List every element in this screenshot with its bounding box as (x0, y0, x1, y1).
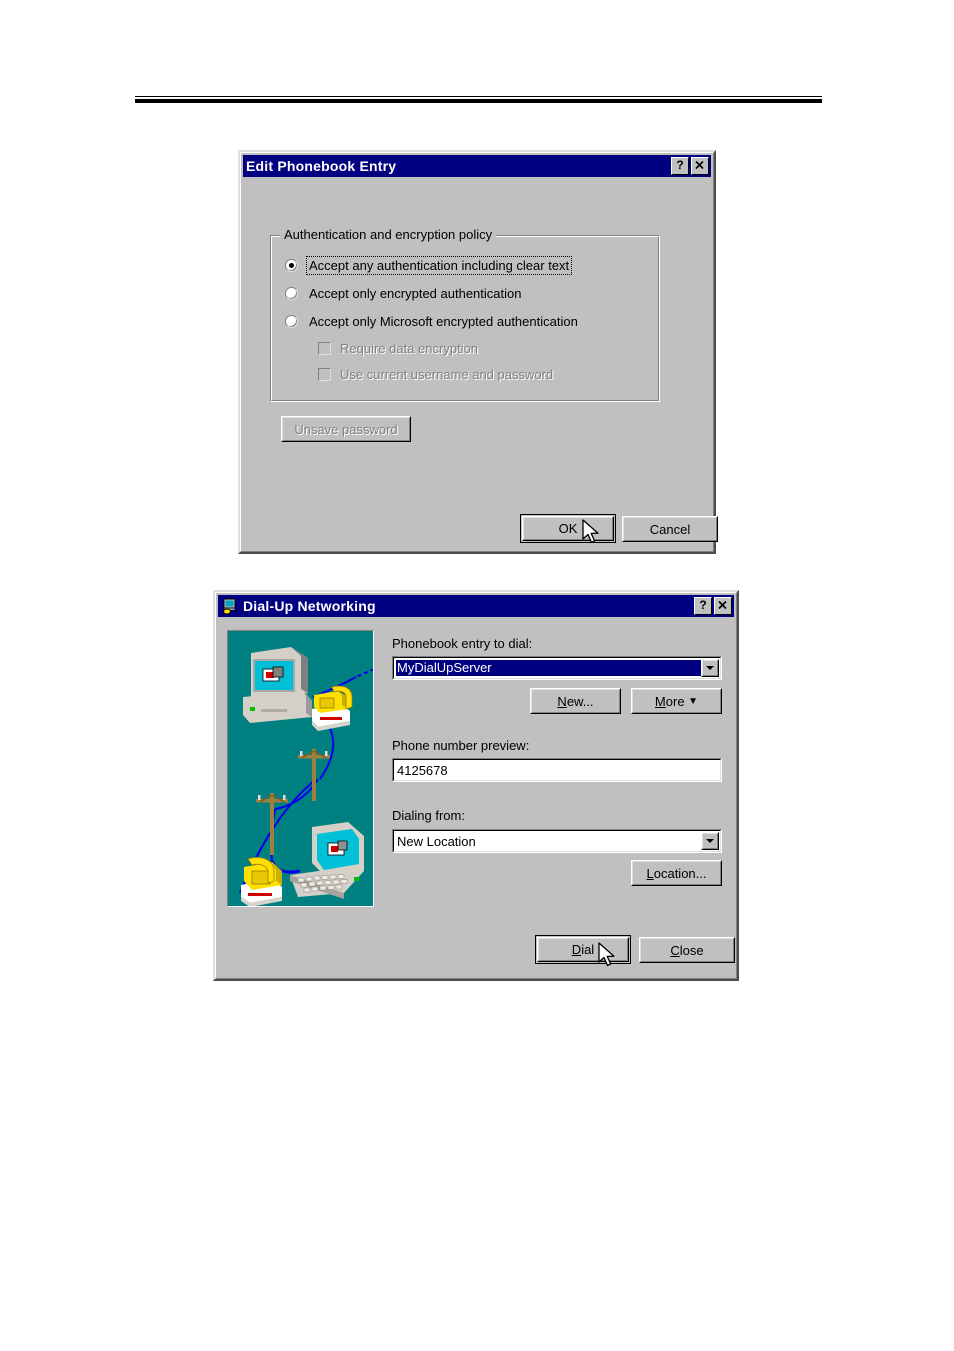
radio-icon-unselected (285, 315, 298, 328)
phonebook-entry-combobox[interactable]: MyDialUpServer (392, 656, 722, 680)
radio-icon-selected (285, 259, 298, 272)
authentication-policy-groupbox: Authentication and encryption policy Acc… (270, 227, 660, 402)
close-button[interactable]: Close (639, 937, 735, 963)
phonebook-entry-combobox-inner: MyDialUpServer (393, 657, 721, 679)
dialup-illustration-panel (227, 630, 374, 907)
dialup-networking-icon (221, 597, 239, 615)
close-x-glyph (718, 600, 727, 610)
phonebook-entry-label: Phonebook entry to dial: (392, 636, 533, 651)
location-button-label: Location... (632, 861, 721, 885)
more-button-label: More ▼ (632, 689, 721, 713)
dial-up-networking-dialog: Dial-Up Networking ? Phonebook entry to … (213, 590, 739, 981)
phonebook-entry-value: MyDialUpServer (395, 659, 718, 677)
dialog2-title: Dial-Up Networking (243, 598, 376, 614)
checkbox-icon-unchecked (318, 368, 331, 381)
unsave-password-label: Unsave password (282, 417, 410, 441)
edit-phonebook-entry-dialog: Edit Phonebook Entry ? Authentication an… (238, 150, 718, 554)
phone-number-preview-input[interactable]: 4125678 (392, 758, 722, 782)
dialog1-titlebar[interactable]: Edit Phonebook Entry ? (243, 155, 711, 177)
dialog1-title: Edit Phonebook Entry (246, 158, 397, 174)
dialing-from-label: Dialing from: (392, 808, 465, 823)
new-entry-button[interactable]: New... (530, 688, 621, 714)
cancel-button[interactable]: Cancel (622, 516, 718, 542)
close-icon[interactable] (691, 157, 709, 175)
new-entry-button-label: New... (531, 689, 620, 713)
header-rule-thick (135, 99, 822, 103)
ok-button-label: OK (523, 517, 613, 540)
close-icon[interactable] (714, 597, 732, 615)
page-header-rule (135, 96, 822, 103)
dialup-icon-glyph (223, 598, 236, 615)
help-icon[interactable]: ? (694, 597, 712, 615)
triangle-down-glyph: ▼ (688, 695, 699, 707)
dial-button-label: Dial (538, 938, 628, 961)
chevron-down-icon[interactable] (701, 659, 719, 677)
combo-arrow-face (702, 833, 718, 849)
radio-accept-only-encrypted[interactable]: Accept only encrypted authentication (285, 285, 523, 302)
desktop-computer-graphic (243, 647, 312, 723)
dialing-from-value: New Location (393, 830, 721, 852)
close-button-label: Close (640, 938, 734, 962)
more-button[interactable]: More ▼ (631, 688, 722, 714)
triangle-down-glyph (706, 666, 714, 670)
radio-label-accept-any: Accept any authentication including clea… (305, 256, 573, 275)
chevron-down-icon[interactable] (701, 832, 719, 850)
dialog2-titlebar-buttons: ? (694, 597, 732, 615)
dial-button[interactable]: Dial (535, 935, 631, 964)
phone-number-preview-label: Phone number preview: (392, 738, 530, 753)
checkbox-label-use-current-credentials: Use current username and password (340, 367, 554, 382)
radio-label-accept-encrypted: Accept only encrypted authentication (309, 286, 522, 301)
checkbox-require-data-encryption: Require data encryption (318, 341, 478, 356)
radio-accept-any-authentication[interactable]: Accept any authentication including clea… (285, 256, 573, 275)
unsave-password-button: Unsave password (281, 416, 411, 442)
checkbox-icon-unchecked (318, 342, 331, 355)
checkbox-use-current-username-password: Use current username and password (318, 367, 553, 382)
phone-number-preview-value: 4125678 (393, 759, 721, 781)
dialup-illustration (228, 631, 373, 906)
radio-icon-unselected (285, 287, 298, 300)
ok-button[interactable]: OK (520, 514, 616, 543)
close-x-glyph (695, 160, 704, 170)
dialing-from-combobox[interactable]: New Location (392, 829, 722, 853)
checkbox-label-require-data-encryption: Require data encryption (340, 341, 479, 356)
radio-label-accept-microsoft: Accept only Microsoft encrypted authenti… (309, 314, 578, 329)
location-button[interactable]: Location... (631, 860, 722, 886)
groupbox-title: Authentication and encryption policy (280, 227, 497, 242)
header-rule-thin (135, 96, 822, 97)
dialog1-titlebar-buttons: ? (671, 157, 709, 175)
radio-accept-only-microsoft-encrypted[interactable]: Accept only Microsoft encrypted authenti… (285, 313, 580, 330)
help-icon[interactable]: ? (671, 157, 689, 175)
triangle-down-glyph (706, 839, 714, 843)
combo-arrow-face (702, 660, 718, 676)
dialog2-titlebar[interactable]: Dial-Up Networking ? (218, 595, 734, 617)
cancel-button-label: Cancel (623, 517, 717, 541)
